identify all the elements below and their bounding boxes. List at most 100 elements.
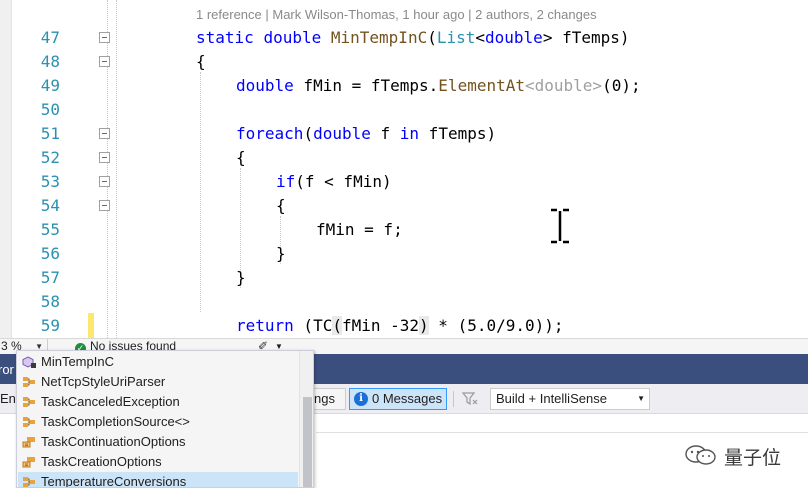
collapse-icon[interactable] [99, 32, 110, 43]
line-number: 57 [40, 268, 60, 287]
code-text: } [236, 266, 246, 290]
code-token: ( [303, 124, 314, 143]
filter-icon[interactable] [459, 389, 481, 409]
code-line[interactable]: 54 { [0, 194, 808, 218]
code-text: { [196, 50, 206, 74]
code-line[interactable]: 49 double fMin = fTemps.ElementAt<double>… [0, 74, 808, 98]
code-line[interactable]: 50 [0, 98, 808, 122]
build-source-select[interactable]: Build + IntelliSense ▼ [490, 388, 650, 410]
code-token: (0); [602, 76, 641, 95]
code-text: if(f < fMin) [276, 170, 392, 194]
code-line[interactable]: 47 static double MinTempInC(List<double> … [0, 26, 808, 50]
completion-item[interactable]: TaskCompletionSource<> [18, 412, 298, 432]
code-token: ( [332, 316, 342, 335]
code-token: * (5.0/9.0)); [428, 316, 564, 335]
warnings-filter-button[interactable]: ngs [312, 388, 346, 410]
completion-item-label: TemperatureConversions [41, 474, 187, 488]
code-token: in [399, 124, 420, 143]
code-token: } [276, 244, 286, 263]
code-token: { [196, 52, 206, 71]
code-token: MinTempInC [330, 28, 428, 47]
completion-item[interactable]: MinTempInC [18, 352, 298, 372]
completion-item[interactable]: TaskCanceledException [18, 392, 298, 412]
code-token: ElementAt [438, 76, 525, 95]
code-token: ( [427, 28, 437, 47]
completion-scrollbar[interactable] [299, 351, 313, 487]
codelens-info[interactable]: 1 reference | Mark Wilson-Thomas, 1 hour… [196, 7, 597, 22]
code-token: if [276, 172, 296, 191]
code-line[interactable]: 55 fMin = f; [0, 218, 808, 242]
collapse-icon[interactable] [99, 128, 110, 139]
code-line[interactable]: 57} [0, 266, 808, 290]
wechat-logo-icon [685, 445, 716, 465]
code-line[interactable]: 48 { [0, 50, 808, 74]
completion-item[interactable]: TaskContinuationOptions [18, 432, 298, 452]
code-token: fMin = fTemps. [293, 76, 439, 95]
code-line[interactable]: 51 foreach(double f in fTemps) [0, 122, 808, 146]
code-token: f [370, 124, 400, 143]
completion-item[interactable]: NetTcpStyleUriParser [18, 372, 298, 392]
code-line[interactable]: 56} [0, 242, 808, 266]
collapse-icon[interactable] [99, 56, 110, 67]
completion-item[interactable]: TaskCreationOptions [18, 452, 298, 472]
line-number: 52 [40, 148, 60, 167]
completion-item-label: TaskCreationOptions [41, 454, 162, 469]
code-token: <double> [525, 76, 603, 95]
completion-item-label: NetTcpStyleUriParser [41, 374, 166, 389]
code-token: fTemps) [419, 124, 497, 143]
line-number: 53 [40, 172, 60, 191]
line-number: 54 [40, 196, 60, 215]
code-token: { [236, 148, 246, 167]
code-text: fMin = f; [316, 218, 403, 242]
text-cursor-icon [551, 208, 569, 244]
info-icon: i [354, 392, 368, 406]
messages-filter-button[interactable]: i 0 Messages [349, 388, 447, 410]
code-token: (f < fMin) [295, 172, 392, 191]
chevron-down-icon: ▼ [637, 394, 645, 403]
code-token: fMin -32 [341, 316, 420, 335]
completion-item[interactable]: TemperatureConversions [18, 472, 298, 488]
watermark: 量子位 [680, 440, 790, 470]
code-text: { [236, 146, 246, 170]
completion-item-label: MinTempInC [41, 354, 114, 369]
completion-item-label: TaskContinuationOptions [41, 434, 186, 449]
line-number: 55 [40, 220, 60, 239]
code-token: double [236, 76, 294, 95]
code-editor[interactable]: 1 reference | Mark Wilson-Thomas, 1 hour… [0, 0, 808, 338]
code-text: } [276, 242, 286, 266]
collapse-icon[interactable] [99, 176, 110, 187]
code-token: return [236, 316, 294, 335]
collapse-icon[interactable] [99, 152, 110, 163]
line-number: 49 [40, 76, 60, 95]
build-source-value: Build + IntelliSense [496, 391, 607, 406]
completion-item-label: TaskCompletionSource<> [41, 414, 190, 429]
code-token: ) [419, 316, 429, 335]
code-token: fMin = f; [316, 220, 403, 239]
scrollbar-thumb[interactable] [303, 397, 312, 487]
change-marker [88, 313, 94, 338]
line-number: 56 [40, 244, 60, 263]
watermark-text: 量子位 [724, 447, 782, 469]
code-text: double fMin = fTemps.ElementAt<double>(0… [236, 74, 641, 98]
code-token: List [436, 28, 476, 47]
column-header-divider [316, 432, 808, 433]
code-token: { [276, 196, 286, 215]
code-text: { [276, 194, 286, 218]
intellisense-completion-list[interactable]: MinTempInC NetTcpStyleUriParser TaskCancel… [16, 350, 314, 488]
code-token: < [475, 28, 486, 47]
line-number: 59 [40, 316, 60, 335]
code-line[interactable]: 53 if(f < fMin) [0, 170, 808, 194]
code-line[interactable]: 52 { [0, 146, 808, 170]
code-token: } [236, 268, 246, 287]
toolbar-separator [453, 391, 454, 407]
code-line[interactable]: 58 [0, 290, 808, 314]
collapse-icon[interactable] [99, 200, 110, 211]
code-token: double [485, 28, 543, 47]
code-text: return (TC(fMin -32) * (5.0/9.0)); [236, 314, 564, 338]
code-token: (TC [293, 316, 333, 335]
messages-label: 0 Messages [372, 391, 443, 406]
code-line[interactable]: 59 return (TC(fMin -32) * (5.0/9.0)); [0, 314, 808, 338]
line-number: 58 [40, 292, 60, 311]
code-token: > fTemps) [542, 28, 630, 47]
